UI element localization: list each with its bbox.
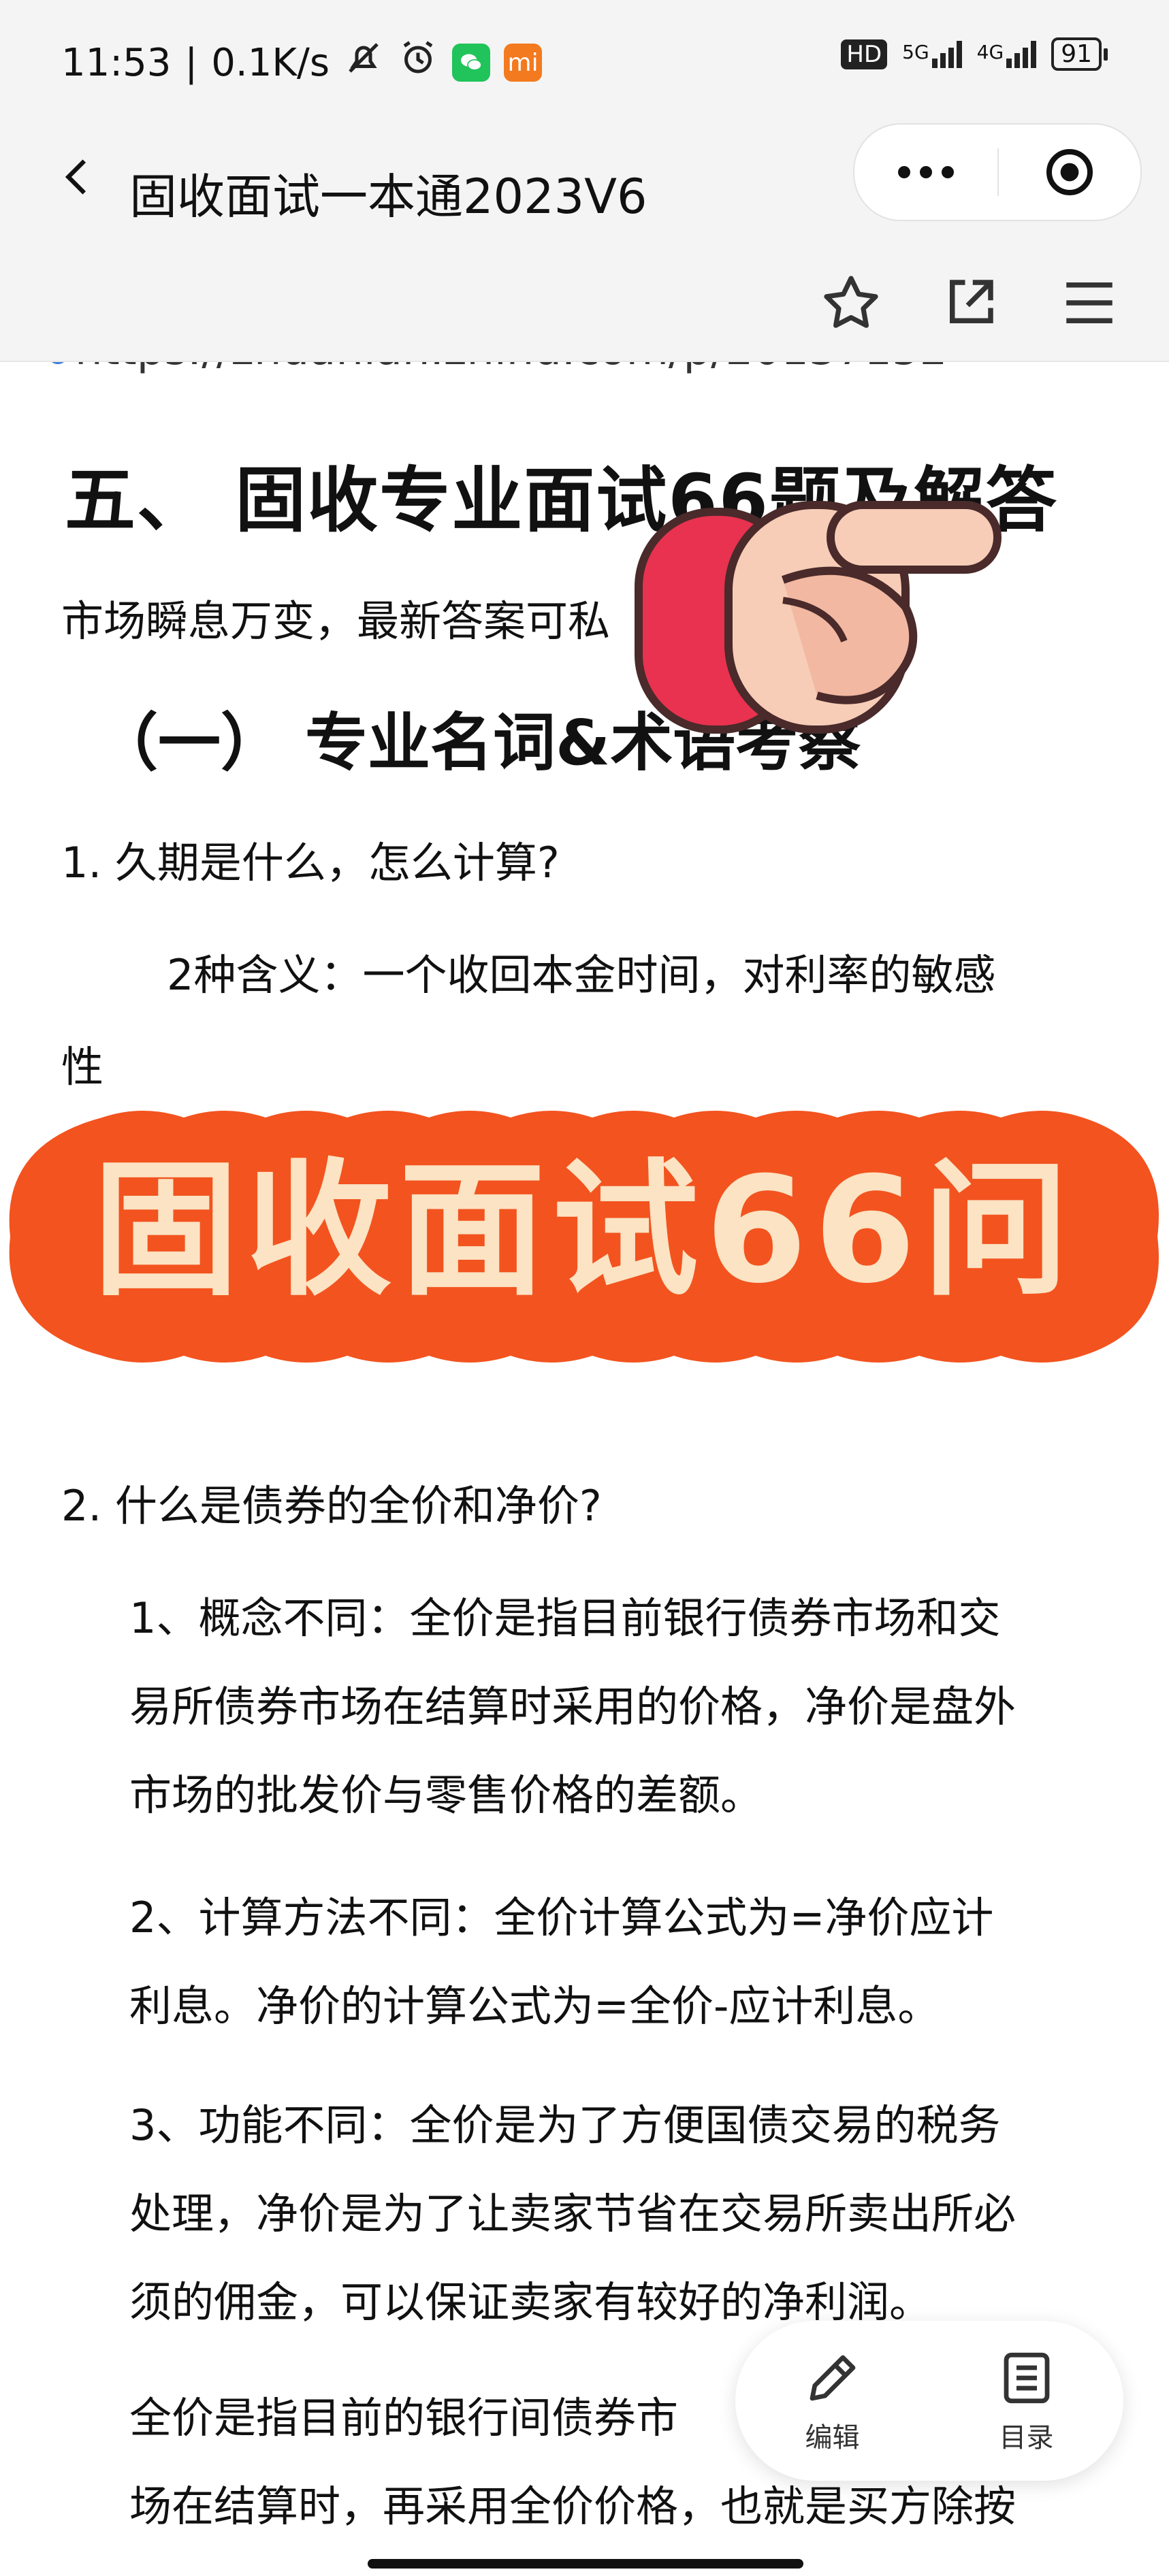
status-right: HD 5G 4G 91 (841, 37, 1108, 71)
pencil-icon (810, 2355, 855, 2400)
signal-5g-label: 5G (902, 40, 929, 63)
alarm-icon (398, 37, 438, 88)
list-icon (1004, 2352, 1049, 2403)
status-divider: | (185, 40, 198, 85)
close-mini-program-button[interactable] (999, 145, 1140, 199)
banner-text: 固收面试66问 (93, 1145, 1076, 1316)
answer-2-p2-line-2: 利息。净价的计算公式为=全价-应计利息。 (129, 1981, 940, 2031)
answer-2-p3-line-2: 处理，净价是为了让卖家节省在交易所卖出所必 (129, 2189, 1016, 2238)
promo-banner: 固收面试66问 (9, 1111, 1159, 1363)
home-indicator (368, 2559, 803, 2569)
answer-2-p1-line-3: 市场的批发价与零售价格的差额。 (129, 1770, 763, 1820)
chevron-left-icon (65, 159, 86, 195)
menu-button[interactable] (1052, 265, 1127, 340)
link-bullet-icon (48, 362, 68, 364)
battery-icon: 91 (1051, 37, 1108, 71)
star-icon (824, 276, 878, 328)
answer-2-p3-line-3: 须的佣金，可以保证卖家有较好的净利润。 (129, 2277, 932, 2327)
answer-2-p4-line-2: 场在结算时，再采用全价价格，也就是买方除按 (129, 2481, 1016, 2531)
edit-label: 编辑 (805, 2422, 860, 2453)
answer-2-p1-line-2: 易所债券市场在结算时采用的价格，净价是盘外 (129, 1682, 1016, 1731)
question-1: 1. 久期是什么，怎么计算? (61, 838, 560, 887)
floating-action-bar: 编辑 目录 (735, 2321, 1123, 2481)
signal-5g-icon: 5G (902, 40, 962, 68)
target-icon (1046, 149, 1093, 195)
signal-4g-label: 4G (976, 40, 1004, 63)
pointing-hand-sticker-icon (635, 501, 1002, 734)
cut-off-link[interactable]: https://zhuanlan.zhihu.com/p/20137152 (48, 362, 947, 375)
mi-icon: mi (504, 44, 543, 82)
signal-4g-icon: 4G (976, 40, 1037, 68)
answer-2-p4-line-1: 全价是指目前的银行间债券市 (129, 2393, 679, 2443)
answer-1-line-2: 性 (61, 1042, 104, 1092)
answer-2-p3-line-1: 3、功能不同：全价是为了方便国债交易的税务 (129, 2100, 1001, 2150)
back-button[interactable] (41, 140, 116, 214)
intro-paragraph: 市场瞬息万变，最新答案可私 (61, 596, 611, 646)
answer-2-p1-line-1: 1、概念不同：全价是指目前银行债券市场和交 (129, 1593, 1001, 1643)
app-bar: 固收面试一本通2023V6 (0, 119, 1169, 245)
hd-badge: HD (841, 39, 888, 69)
hamburger-icon (1066, 282, 1112, 323)
status-left: 11:53 | 0.1K/s mi (61, 37, 543, 88)
doc-toolbar (0, 245, 1169, 362)
answer-1-line-1: 2种含义：一个收回本金时间，对利率的敏感 (167, 950, 996, 1000)
more-button[interactable] (854, 166, 997, 178)
status-bar: 11:53 | 0.1K/s mi HD 5G 4G 91 (0, 0, 1169, 119)
edit-button[interactable]: 编辑 (802, 2347, 863, 2455)
toc-button[interactable]: 目录 (996, 2347, 1057, 2455)
mute-icon (343, 37, 384, 88)
answer-2-p2-line-1: 2、计算方法不同：全价计算公式为=净价应计 (129, 1893, 994, 1942)
favorite-button[interactable] (814, 265, 888, 340)
page-title: 固收面试一本通2023V6 (129, 169, 647, 225)
wechat-icon (452, 44, 491, 82)
share-button[interactable] (933, 265, 1008, 340)
status-net-speed: 0.1K/s (211, 40, 330, 85)
mini-program-capsule (853, 123, 1142, 221)
toc-label: 目录 (999, 2422, 1054, 2453)
status-time: 11:53 (61, 40, 172, 85)
link-text: https://zhuanlan.zhihu.com/p/20137152 (75, 362, 947, 375)
question-2: 2. 什么是债券的全价和净价? (61, 1481, 602, 1531)
share-icon (950, 280, 993, 323)
battery-level: 91 (1051, 37, 1102, 71)
document-content: https://zhuanlan.zhihu.com/p/20137152 五、… (0, 362, 1169, 2537)
